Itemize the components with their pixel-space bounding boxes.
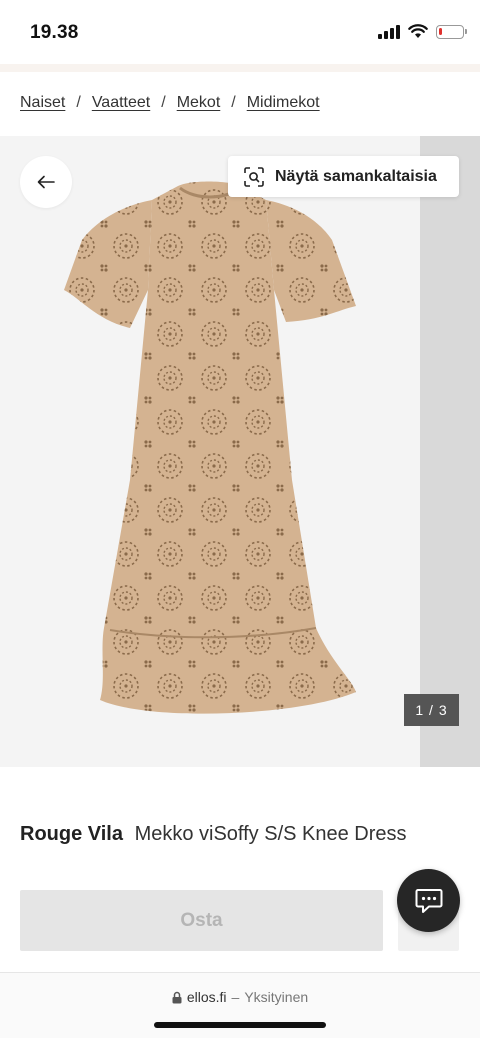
breadcrumb: Naiset / Vaatteet / Mekot / Midimekot xyxy=(20,94,320,112)
status-bar: 19.38 xyxy=(0,0,480,64)
breadcrumb-separator: / xyxy=(161,94,166,111)
wifi-icon xyxy=(408,24,428,38)
arrow-left-icon xyxy=(37,175,55,189)
show-similar-label: Näytä samankaltaisia xyxy=(275,167,437,185)
private-mode-label: Yksityinen xyxy=(244,989,309,1005)
image-counter: 1 / 3 xyxy=(404,694,459,726)
cellular-signal-icon xyxy=(378,24,400,39)
battery-icon xyxy=(436,24,467,39)
status-time: 19.38 xyxy=(30,22,79,43)
product-name: Mekko viSoffy S/S Knee Dress xyxy=(134,823,407,845)
breadcrumb-item-midimekot[interactable]: Midimekot xyxy=(247,94,320,112)
battery-level xyxy=(439,27,442,35)
lock-icon xyxy=(172,991,182,1003)
product-image-gallery[interactable]: Näytä samankaltaisia 1 / 3 xyxy=(0,136,480,767)
show-similar-button[interactable]: Näytä samankaltaisia xyxy=(228,156,459,197)
product-image xyxy=(64,181,356,714)
chat-button[interactable] xyxy=(397,869,460,932)
chat-icon xyxy=(415,888,442,913)
url-domain: ellos.fi xyxy=(186,989,227,1005)
breadcrumb-separator: / xyxy=(76,94,81,111)
breadcrumb-item-vaatteet[interactable]: Vaatteet xyxy=(92,94,150,112)
product-title: Rouge Vila Mekko viSoffy S/S Knee Dress xyxy=(20,823,407,846)
next-image-preview[interactable] xyxy=(420,136,480,767)
breadcrumb-item-mekot[interactable]: Mekot xyxy=(177,94,221,112)
back-button[interactable] xyxy=(20,156,72,208)
breadcrumb-separator: / xyxy=(231,94,236,111)
header-strip xyxy=(0,64,480,72)
buy-button[interactable]: Osta xyxy=(20,890,383,951)
url-separator: – xyxy=(231,989,240,1005)
url-display[interactable]: ellos.fi – Yksityinen xyxy=(0,989,480,1005)
product-brand[interactable]: Rouge Vila xyxy=(20,823,123,845)
breadcrumb-item-naiset[interactable]: Naiset xyxy=(20,94,65,112)
status-icons xyxy=(378,24,467,39)
home-indicator xyxy=(154,1022,326,1028)
visual-search-icon xyxy=(244,166,264,187)
browser-url-bar[interactable]: ellos.fi – Yksityinen xyxy=(0,972,480,1038)
